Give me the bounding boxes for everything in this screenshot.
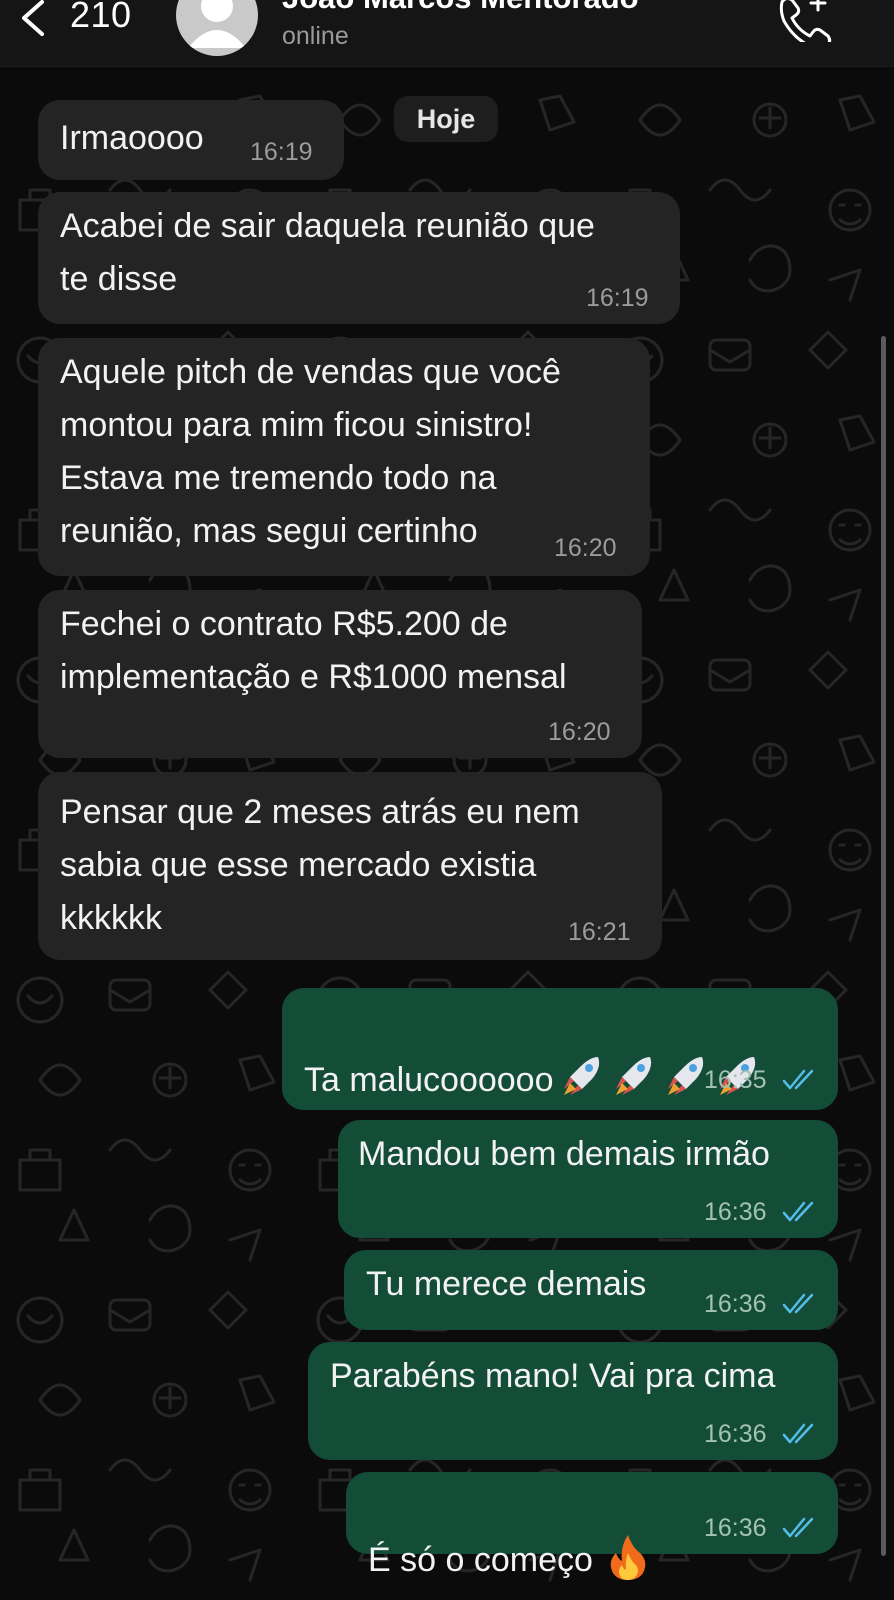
message-time: 16:36 xyxy=(704,1198,767,1226)
message-text: É só o começo xyxy=(368,1480,649,1587)
scrollbar[interactable] xyxy=(881,336,886,1556)
outgoing-message[interactable]: Mandou bem demais irmão 16:36 xyxy=(338,1120,838,1238)
message-list[interactable]: Hoje Irmaoooo 16:19 Acabei de sair daque… xyxy=(0,66,894,1600)
contact-name[interactable]: João Marcos Mentorado xyxy=(282,0,639,16)
message-time: 16:36 xyxy=(704,1420,767,1448)
double-check-icon xyxy=(782,1423,814,1444)
contact-avatar[interactable] xyxy=(176,0,258,56)
chat-header: 210 João Marcos Mentorado online xyxy=(0,0,894,67)
incoming-message[interactable]: Irmaoooo 16:19 xyxy=(38,100,344,180)
fire-emoji xyxy=(610,1535,646,1580)
message-time: 16:19 xyxy=(250,138,313,166)
message-time: 16:36 xyxy=(704,1514,767,1542)
date-divider: Hoje xyxy=(394,96,498,142)
message-time: 16:21 xyxy=(568,918,631,946)
message-text: Irmaoooo xyxy=(60,119,204,157)
outgoing-message[interactable]: É só o começo 16:36 xyxy=(346,1472,838,1580)
message-time: 16:19 xyxy=(586,284,649,312)
outgoing-message[interactable]: Ta malucoooooo 16:35 xyxy=(282,988,838,1110)
contact-status: online xyxy=(282,22,349,50)
rocket-emoji xyxy=(667,1057,703,1095)
rocket-emoji xyxy=(615,1057,651,1095)
message-text: Ta malucoooooo xyxy=(304,1000,762,1107)
default-avatar-icon xyxy=(188,0,246,48)
phone-plus-icon[interactable] xyxy=(778,0,832,42)
message-text: Tu merece demais xyxy=(366,1265,647,1303)
incoming-message[interactable]: Fechei o contrato R$5.200 de implementaç… xyxy=(38,590,642,758)
double-check-icon xyxy=(782,1201,814,1222)
incoming-message[interactable]: Acabei de sair daquela reunião que te di… xyxy=(38,192,680,324)
message-text: Mandou bem demais irmão xyxy=(358,1135,770,1173)
rocket-emoji xyxy=(563,1057,599,1095)
back-unread-count[interactable]: 210 xyxy=(70,0,132,36)
outgoing-message[interactable]: Tu merece demais 16:36 xyxy=(344,1250,838,1330)
double-check-icon xyxy=(782,1517,814,1538)
message-text: Aquele pitch de vendas que você montou p… xyxy=(60,353,561,550)
message-time: 16:20 xyxy=(548,718,611,746)
incoming-message[interactable]: Aquele pitch de vendas que você montou p… xyxy=(38,338,650,576)
double-check-icon xyxy=(782,1293,814,1314)
message-time: 16:20 xyxy=(554,534,617,562)
incoming-message[interactable]: Pensar que 2 meses atrás eu nem sabia qu… xyxy=(38,772,662,960)
outgoing-message[interactable]: Parabéns mano! Vai pra cima 16:36 xyxy=(308,1342,838,1460)
message-text: Parabéns mano! Vai pra cima xyxy=(330,1357,776,1395)
message-time: 16:35 xyxy=(704,1066,767,1094)
message-text-content: Ta malucoooooo xyxy=(304,1061,554,1099)
message-text: Acabei de sair daquela reunião que te di… xyxy=(60,207,595,298)
message-text: Pensar que 2 meses atrás eu nem sabia qu… xyxy=(60,793,580,937)
double-check-icon xyxy=(782,1069,814,1090)
message-text: Fechei o contrato R$5.200 de implementaç… xyxy=(60,605,567,696)
message-text-content: É só o começo xyxy=(368,1541,593,1579)
chevron-left-icon[interactable] xyxy=(16,0,50,40)
message-time: 16:36 xyxy=(704,1290,767,1318)
